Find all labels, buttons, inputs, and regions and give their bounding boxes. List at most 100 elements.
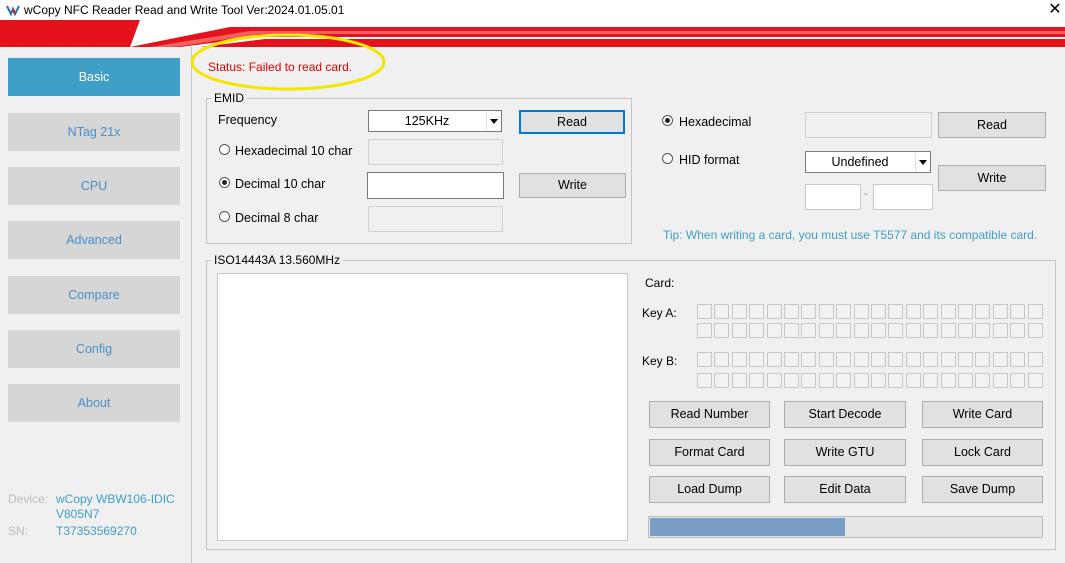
key-byte-box[interactable] [731,352,747,367]
key-byte-box[interactable] [940,352,956,367]
key-byte-box[interactable] [749,373,765,388]
key-byte-box[interactable] [888,352,904,367]
key-byte-box[interactable] [888,304,904,319]
key-byte-box[interactable] [975,352,991,367]
key-byte-box[interactable] [1010,323,1026,338]
key-byte-box[interactable] [731,373,747,388]
hexadecimal-radio[interactable] [662,115,673,126]
edit-data-button[interactable]: Edit Data [784,476,906,503]
key-byte-box[interactable] [697,323,712,338]
key-byte-box[interactable] [888,373,904,388]
sidebar-item-cpu[interactable]: CPU [8,167,180,205]
key-byte-box[interactable] [940,323,956,338]
key-byte-box[interactable] [1027,304,1043,319]
key-byte-box[interactable] [1027,352,1043,367]
start-decode-button[interactable]: Start Decode [784,401,906,428]
key-byte-box[interactable] [975,304,991,319]
key-byte-box[interactable] [871,373,886,388]
key-byte-box[interactable] [923,323,939,338]
format-card-button[interactable]: Format Card [649,439,770,466]
key-byte-box[interactable] [958,323,973,338]
key-byte-box[interactable] [905,323,921,338]
key-byte-box[interactable] [923,373,939,388]
key-byte-box[interactable] [818,323,834,338]
key-byte-box[interactable] [836,304,852,319]
key-byte-box[interactable] [714,304,730,319]
key-byte-box[interactable] [975,373,991,388]
sidebar-item-basic[interactable]: Basic [8,58,180,96]
dec8-field[interactable] [368,206,503,232]
key-byte-box[interactable] [836,352,852,367]
key-byte-box[interactable] [905,373,921,388]
key-byte-box[interactable] [801,352,817,367]
key-byte-box[interactable] [731,323,747,338]
save-dump-button[interactable]: Save Dump [922,476,1043,503]
hex10-field[interactable] [368,139,503,165]
hid-write-button[interactable]: Write [938,165,1046,191]
hex10-radio[interactable] [219,144,230,155]
key-byte-box[interactable] [940,304,956,319]
key-byte-box[interactable] [784,323,799,338]
key-byte-box[interactable] [731,304,747,319]
key-byte-box[interactable] [958,373,973,388]
key-byte-box[interactable] [714,352,730,367]
key-byte-box[interactable] [992,352,1008,367]
key-byte-box[interactable] [888,323,904,338]
key-byte-box[interactable] [975,323,991,338]
key-byte-box[interactable] [784,352,799,367]
dec10-radio[interactable] [219,177,230,188]
key-byte-box[interactable] [766,304,782,319]
key-byte-box[interactable] [714,323,730,338]
key-byte-box[interactable] [853,323,869,338]
hid-card-number-field[interactable] [873,184,933,210]
key-byte-box[interactable] [853,352,869,367]
hexadecimal-field[interactable] [805,112,932,138]
hid-facility-field[interactable] [805,184,861,210]
key-byte-box[interactable] [766,323,782,338]
frequency-select[interactable]: 125KHz [368,110,502,132]
emid-read-button[interactable]: Read [519,110,625,134]
key-byte-box[interactable] [1027,373,1043,388]
key-byte-box[interactable] [940,373,956,388]
key-byte-box[interactable] [749,304,765,319]
hid-format-radio[interactable] [662,153,673,164]
key-byte-box[interactable] [1010,352,1026,367]
key-byte-box[interactable] [1010,304,1026,319]
sidebar-item-compare[interactable]: Compare [8,276,180,314]
key-byte-box[interactable] [749,323,765,338]
key-byte-box[interactable] [714,373,730,388]
key-byte-box[interactable] [801,323,817,338]
sidebar-item-config[interactable]: Config [8,330,180,368]
key-byte-box[interactable] [992,373,1008,388]
key-byte-box[interactable] [871,304,886,319]
key-byte-box[interactable] [836,373,852,388]
key-byte-box[interactable] [1010,373,1026,388]
load-dump-button[interactable]: Load Dump [649,476,770,503]
hid-format-select[interactable]: Undefined [805,151,931,173]
key-byte-box[interactable] [1027,323,1043,338]
key-byte-box[interactable] [818,352,834,367]
hex-read-button[interactable]: Read [938,112,1046,138]
key-byte-box[interactable] [766,352,782,367]
key-byte-box[interactable] [853,373,869,388]
close-icon[interactable]: ✕ [1044,0,1065,20]
key-byte-box[interactable] [958,304,973,319]
dec10-field[interactable] [367,172,504,199]
lock-card-button[interactable]: Lock Card [922,439,1043,466]
key-byte-box[interactable] [853,304,869,319]
key-byte-box[interactable] [697,352,712,367]
key-byte-box[interactable] [818,373,834,388]
key-byte-box[interactable] [958,352,973,367]
key-byte-box[interactable] [818,304,834,319]
key-byte-box[interactable] [905,304,921,319]
key-byte-box[interactable] [836,323,852,338]
key-byte-box[interactable] [784,373,799,388]
write-card-button[interactable]: Write Card [922,401,1043,428]
key-byte-box[interactable] [801,304,817,319]
key-byte-box[interactable] [697,373,712,388]
write-gtu-button[interactable]: Write GTU [784,439,906,466]
iso-output-textarea[interactable] [217,273,628,541]
dec8-radio[interactable] [219,211,230,222]
sidebar-item-about[interactable]: About [8,384,180,422]
key-byte-box[interactable] [992,323,1008,338]
